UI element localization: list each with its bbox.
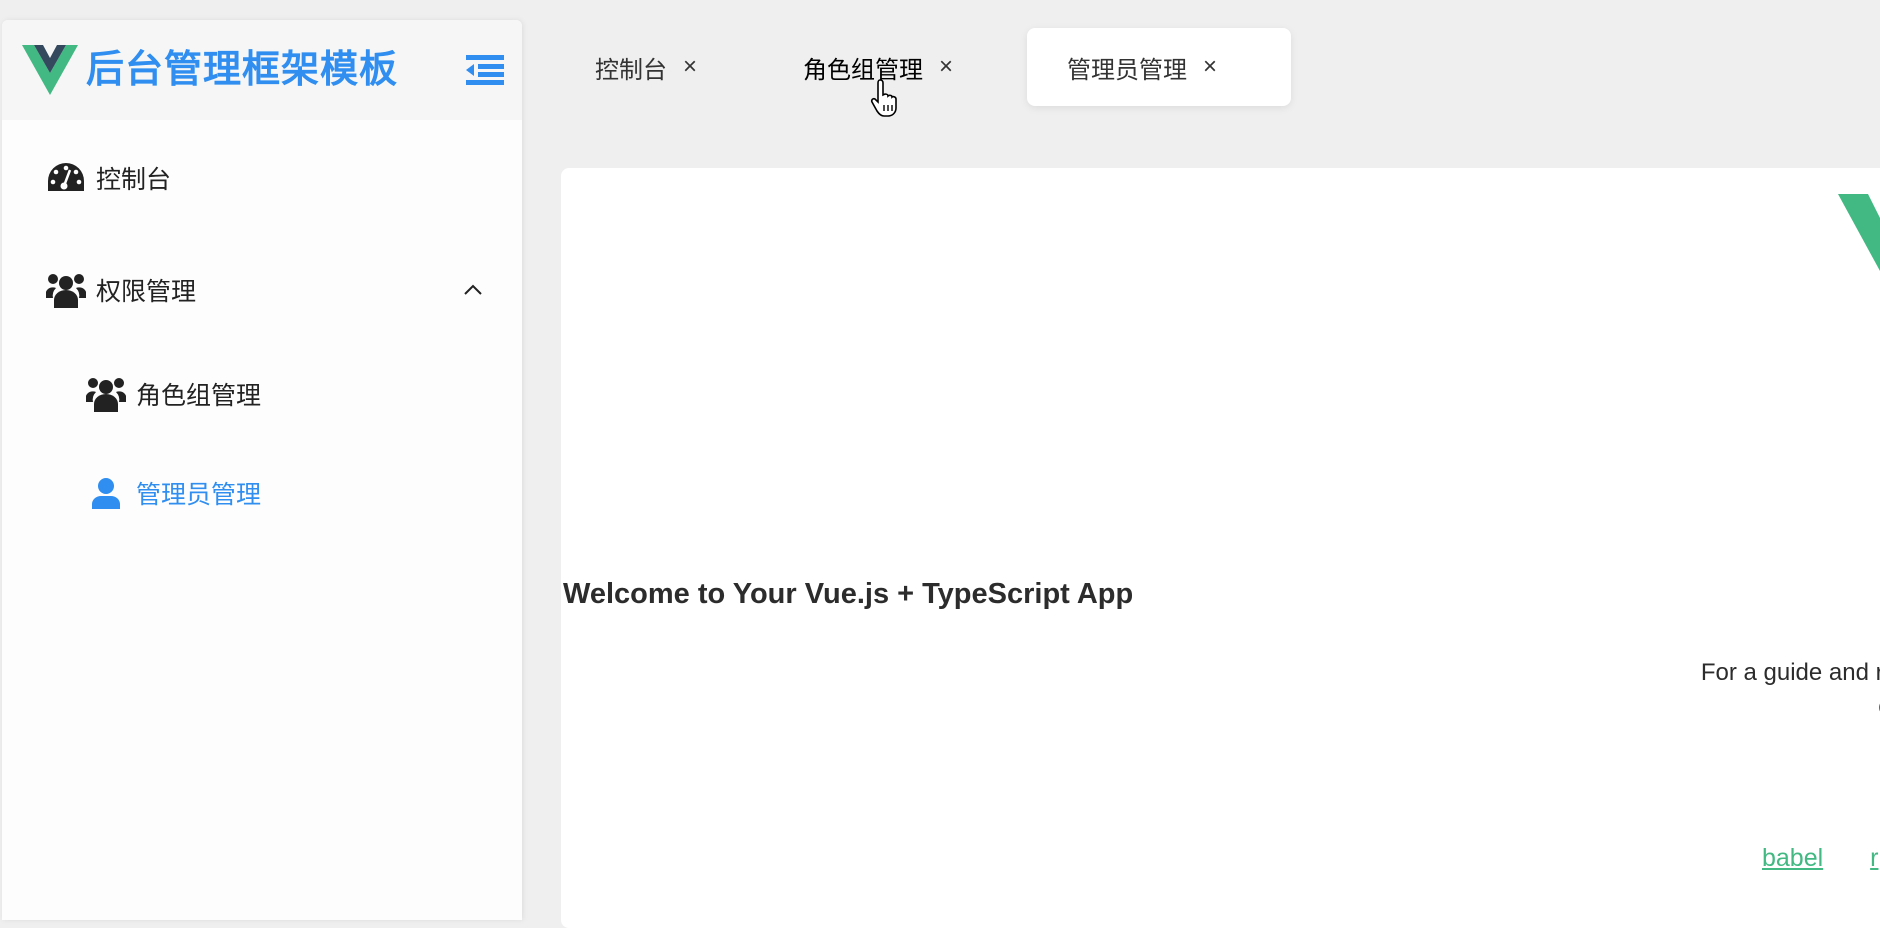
sidebar-header: 后台管理框架模板 [2,20,522,120]
sidebar-item-permissions[interactable]: 权限管理 [2,260,522,320]
guide-text: For a guide and recipe check [1701,656,1880,724]
sidebar-item-label: 管理员管理 [136,481,262,509]
sidebar-item-label: 权限管理 [96,278,197,306]
content-card: Welcome to Your Vue.js + TypeScript App … [561,168,1880,928]
tab-dashboard[interactable]: 控制台 × [595,28,697,106]
users-icon [86,377,126,412]
app-title: 后台管理框架模板 [86,49,399,91]
dashboard-icon [46,161,86,195]
tab-label: 管理员管理 [1067,56,1187,84]
users-icon [46,273,86,308]
tab-label: 角色组管理 [803,56,923,84]
chevron-up-icon [464,284,482,295]
vue-logo-icon [22,45,78,95]
sidebar-item-role-groups[interactable]: 角色组管理 [2,364,522,424]
sidebar-item-label: 角色组管理 [136,382,262,410]
link-router[interactable]: r [1870,844,1878,872]
collapse-menu-icon[interactable] [466,55,504,85]
close-icon[interactable]: × [683,53,697,81]
guide-line: For a guide and recipe [1700,659,1880,686]
close-icon[interactable]: × [1203,53,1217,81]
guide-line: check [1701,690,1880,724]
sidebar: 后台管理框架模板 控制台 权限管理 角色组管理 管理员管理 [2,20,522,920]
sidebar-item-admins[interactable]: 管理员管理 [2,463,522,523]
sidebar-item-dashboard[interactable]: 控制台 [2,148,522,208]
welcome-heading: Welcome to Your Vue.js + TypeScript App [563,578,1134,610]
tab-admins[interactable]: 管理员管理 × [1027,28,1291,106]
tab-label: 控制台 [595,56,667,84]
sidebar-item-label: 控制台 [96,166,172,194]
user-icon [86,476,126,510]
vue-logo-icon [1838,194,1880,271]
link-babel[interactable]: babel [1762,844,1823,872]
plugin-links: babel r [1762,844,1880,873]
close-icon[interactable]: × [939,53,953,81]
hand-cursor-icon [870,79,897,117]
